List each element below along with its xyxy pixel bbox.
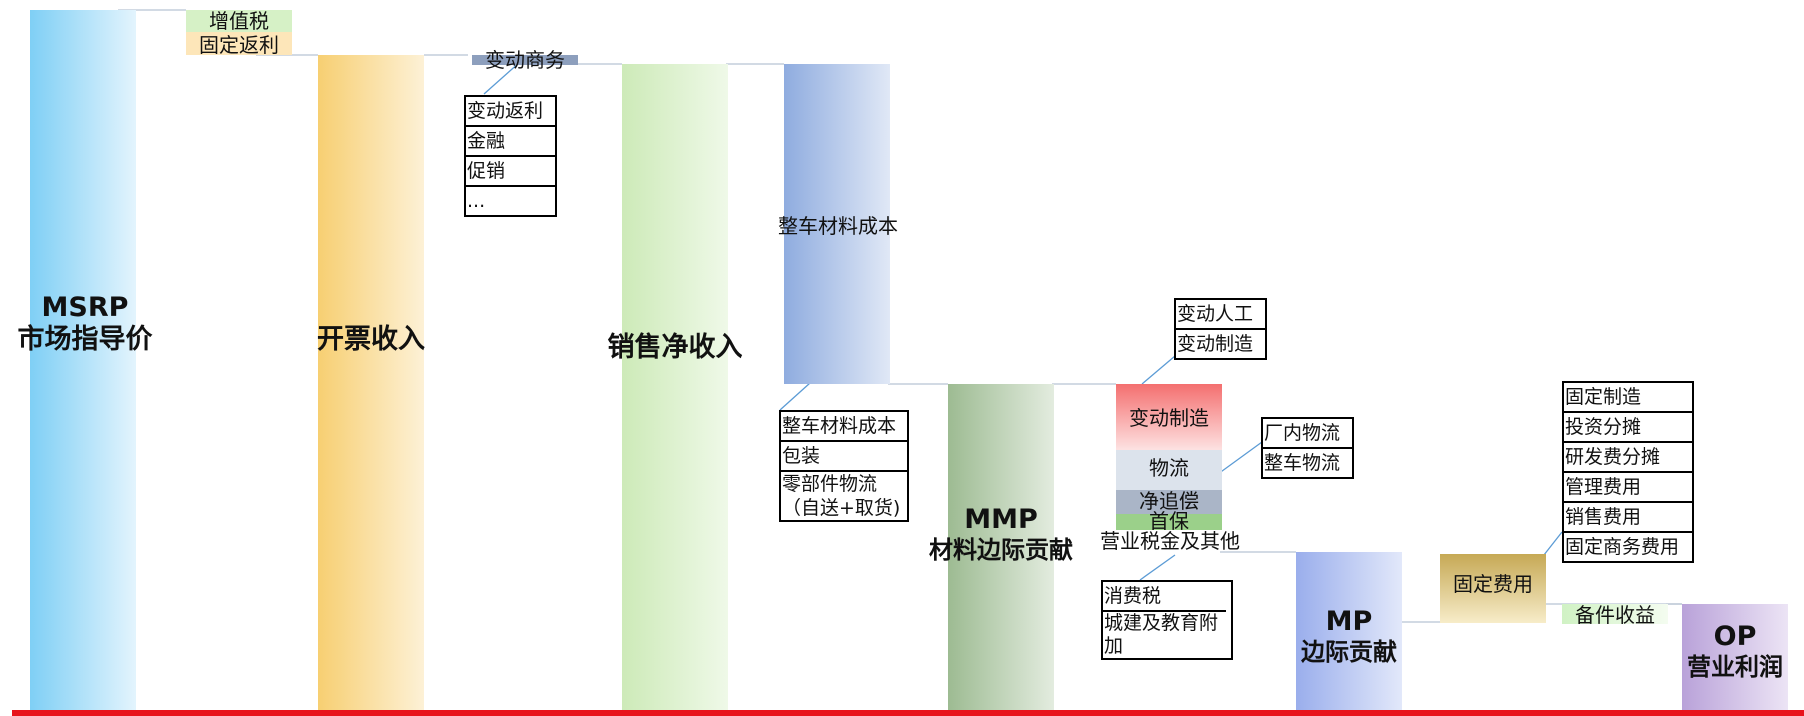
mmp-abbrev: MMP bbox=[964, 504, 1038, 535]
list-item: 变动制造 bbox=[1176, 328, 1265, 358]
msrp-label: MSRP 市场指导价 bbox=[10, 292, 160, 357]
mmp-name: 材料边际贡献 bbox=[929, 536, 1073, 565]
msrp-abbrev: MSRP bbox=[41, 292, 129, 323]
variable-business-label: 变动商务 bbox=[485, 48, 565, 72]
fixed-cost-details: 固定制造 投资分摊 研发费分摊 管理费用 销售费用 固定商务费用 bbox=[1562, 381, 1694, 563]
variable-manufacturing-label: 变动制造 bbox=[1129, 406, 1209, 430]
list-item: 固定制造 bbox=[1565, 386, 1642, 408]
msrp-name: 市场指导价 bbox=[17, 324, 153, 356]
list-item: 厂内物流 bbox=[1264, 422, 1341, 444]
op-label: OP 营业利润 bbox=[1670, 621, 1800, 682]
mmp-label: MMP 材料边际贡献 bbox=[922, 504, 1080, 565]
vat-label: 增值税 bbox=[209, 9, 269, 33]
invoice-bar bbox=[318, 55, 424, 710]
list-item: 城建及教育附加 bbox=[1103, 610, 1226, 658]
mp-abbrev: MP bbox=[1325, 606, 1373, 637]
business-tax-label: 营业税金及其他 bbox=[1100, 529, 1240, 553]
logistics-label: 物流 bbox=[1149, 456, 1189, 480]
list-item: 固定商务费用 bbox=[1564, 531, 1692, 561]
op-name: 营业利润 bbox=[1687, 653, 1783, 682]
labor-details: 变动人工 变动制造 bbox=[1174, 298, 1267, 360]
invoice-label: 开票收入 bbox=[317, 324, 425, 355]
list-item: 投资分摊 bbox=[1564, 411, 1692, 441]
net-sales-bar bbox=[622, 64, 728, 710]
list-item: 包装 bbox=[781, 440, 907, 470]
list-item-line: 零部件物流 bbox=[782, 473, 878, 495]
fixed-cost-label: 固定费用 bbox=[1453, 572, 1533, 596]
spare-parts-label: 备件收益 bbox=[1575, 603, 1655, 627]
list-item: 销售费用 bbox=[1564, 501, 1692, 531]
list-item: 变动返利 bbox=[467, 100, 544, 122]
op-abbrev: OP bbox=[1713, 621, 1757, 652]
list-item: 金融 bbox=[466, 125, 555, 155]
baseline-bar bbox=[12, 710, 1804, 716]
fixed-rebate-label: 固定返利 bbox=[199, 33, 279, 57]
msrp-bar bbox=[30, 10, 136, 710]
list-item: ... bbox=[466, 185, 555, 215]
logistics-details: 厂内物流 整车物流 bbox=[1261, 417, 1354, 479]
list-item: 整车材料成本 bbox=[782, 415, 897, 437]
net-sales-label: 销售净收入 bbox=[607, 332, 743, 363]
list-item: 管理费用 bbox=[1564, 471, 1692, 501]
vehicle-material-label: 整车材料成本 bbox=[778, 214, 898, 238]
list-item: 消费税 bbox=[1104, 585, 1162, 607]
list-item: 整车物流 bbox=[1263, 447, 1352, 477]
list-item: 变动人工 bbox=[1177, 303, 1254, 325]
list-item: 促销 bbox=[466, 155, 555, 185]
mp-name: 边际贡献 bbox=[1301, 638, 1397, 667]
variable-business-details: 变动返利 金融 促销 ... bbox=[464, 95, 557, 217]
mp-label: MP 边际贡献 bbox=[1284, 606, 1414, 667]
list-item: 零部件物流 （自送+取货) bbox=[781, 470, 907, 520]
tax-details: 消费税 城建及教育附加 bbox=[1101, 580, 1233, 660]
list-item-line: （自送+取货) bbox=[782, 497, 901, 519]
material-details: 整车材料成本 包装 零部件物流 （自送+取货) bbox=[779, 410, 909, 522]
list-item: 研发费分摊 bbox=[1564, 441, 1692, 471]
